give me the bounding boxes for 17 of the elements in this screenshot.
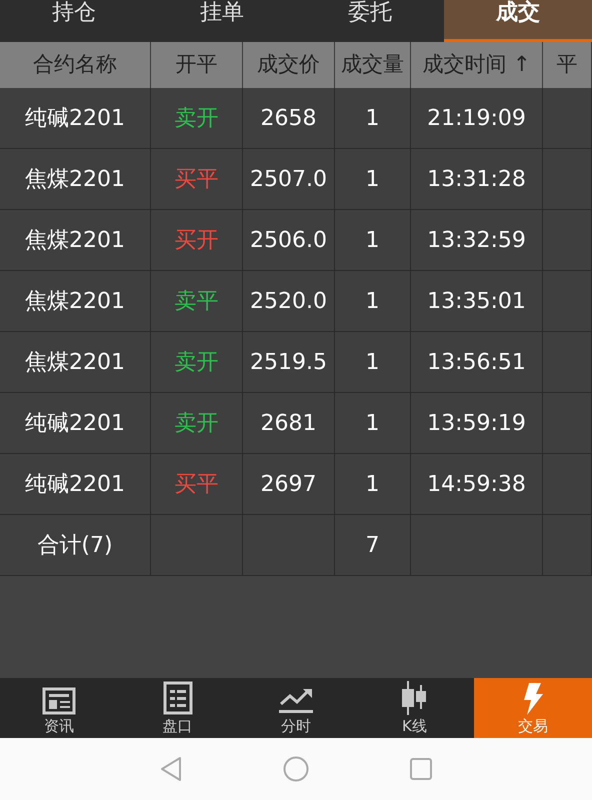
trend-chart-icon <box>279 687 314 715</box>
tab[interactable]: 持仓 <box>0 0 148 42</box>
nav-tab[interactable]: K线 <box>355 678 474 738</box>
recent-apps-icon[interactable] <box>409 757 433 781</box>
table-cell: 7 <box>335 515 411 576</box>
table-cell: 合计(7) <box>0 515 151 576</box>
back-icon[interactable] <box>159 756 183 782</box>
nav-tab[interactable]: 分时 <box>236 678 356 738</box>
list-board-icon <box>162 681 193 715</box>
empty-cell <box>543 515 592 576</box>
nav-tab[interactable]: 资讯 <box>0 678 118 738</box>
home-icon[interactable] <box>283 756 309 782</box>
newspaper-icon <box>42 687 76 715</box>
tab[interactable]: 委托 <box>296 0 444 42</box>
tab[interactable]: 挂单 <box>148 0 296 42</box>
tab[interactable]: 成交 <box>444 0 592 42</box>
nav-tab[interactable]: 盘口 <box>118 678 237 738</box>
